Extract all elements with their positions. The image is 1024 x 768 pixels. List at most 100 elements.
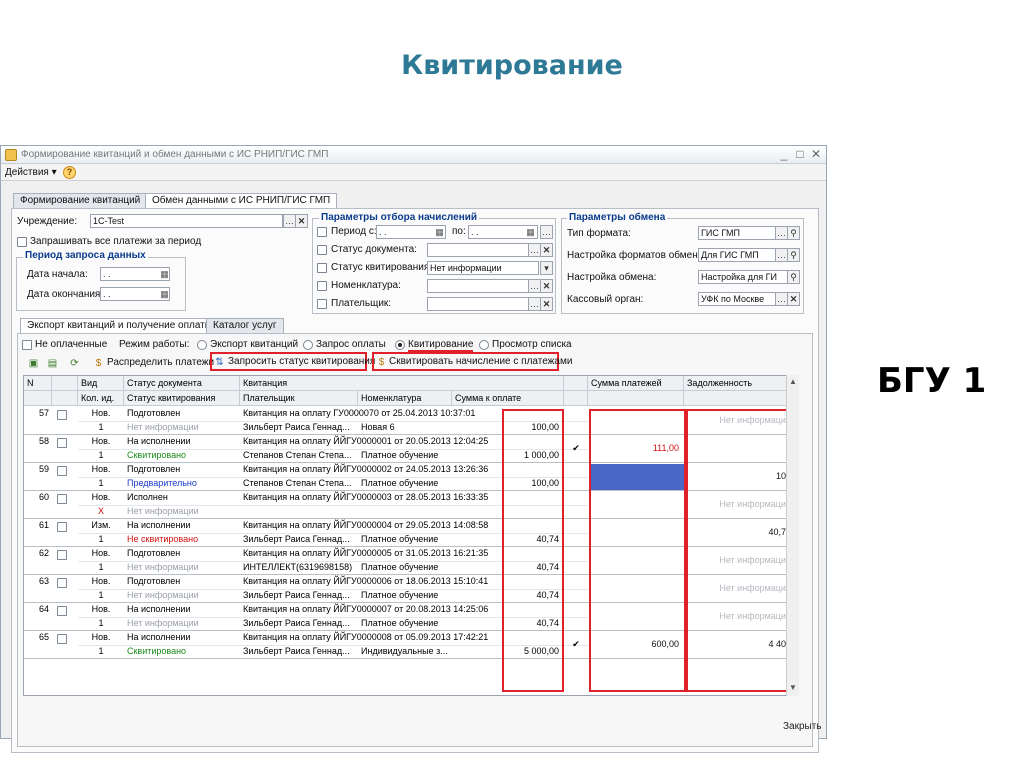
kvit-status: Сквитировано (127, 450, 187, 460)
row-checkbox[interactable] (57, 522, 67, 532)
mode-kvit-label: Квитирование (408, 339, 474, 352)
distribute-button[interactable]: Распределить платежи (105, 356, 216, 371)
doc-status: Подготовлен (127, 548, 181, 558)
row-checkbox[interactable] (57, 466, 67, 476)
tab-receipts[interactable]: Формирование квитанций (13, 193, 148, 208)
grid-header-cell[interactable]: Статус квитирования (124, 391, 240, 406)
period-from-label: Период с: (331, 226, 377, 237)
row-checkbox[interactable] (57, 634, 67, 644)
tab-export[interactable]: Экспорт квитанций и получение оплаты (20, 318, 219, 333)
row-number: 62 (38, 548, 49, 558)
grid-header-cell[interactable] (52, 391, 78, 406)
minimize-button[interactable]: _ (777, 147, 791, 161)
request-status-button[interactable]: Запросить статус квитирования (226, 355, 377, 370)
help-icon[interactable]: ? (63, 166, 76, 179)
grid-header-cell[interactable]: Сумма к оплате (452, 391, 564, 406)
period-to-label: по: (452, 226, 466, 237)
close-window-button[interactable]: ✕ (809, 147, 823, 161)
nomenclature (358, 505, 452, 519)
payer: Степанов Степан Степа... (243, 450, 352, 460)
calendar-icon[interactable]: ▦ (433, 226, 446, 238)
payer-field[interactable] (427, 297, 529, 311)
doc-status-clear-icon[interactable]: ✕ (540, 243, 553, 257)
scroll-down-icon[interactable]: ▼ (789, 683, 797, 692)
app-icon (5, 149, 17, 161)
doc-status-checkbox[interactable] (317, 245, 327, 255)
payer-checkbox[interactable] (317, 299, 327, 309)
copy-icon[interactable]: ▣ (27, 357, 40, 370)
kvit-status: Нет информации (127, 422, 199, 432)
search-icon[interactable]: ⚲ (787, 248, 800, 262)
cash-clear-icon[interactable]: ✕ (787, 292, 800, 306)
close-button[interactable]: Закрыть (783, 721, 822, 732)
mode-export-radio[interactable] (197, 340, 207, 350)
format-field[interactable]: ГИС ГМП (698, 226, 776, 240)
payer-clear-icon[interactable]: ✕ (540, 297, 553, 311)
nomen-field[interactable] (427, 279, 529, 293)
doc-status: Подготовлен (127, 408, 181, 418)
calendar-icon[interactable]: ▦ (158, 288, 171, 300)
grid-header-cell[interactable]: Сумма платежей (588, 376, 684, 391)
tab-catalog[interactable]: Каталог услуг (206, 318, 284, 333)
unpaid-checkbox[interactable] (22, 340, 32, 350)
grid-header-cell[interactable]: Статус документа (124, 376, 240, 391)
actions-menu[interactable]: Действия ▾ (5, 167, 57, 178)
calendar-icon[interactable]: ▦ (524, 226, 537, 238)
row-checkbox[interactable] (57, 606, 67, 616)
mode-request-radio[interactable] (303, 340, 313, 350)
grid-header-cell[interactable]: Задолженность (684, 376, 796, 391)
fmt-settings-field[interactable]: Для ГИС ГМП (698, 248, 776, 262)
grid-header-cell[interactable]: Номенклатура (358, 391, 452, 406)
grid-header-cell[interactable]: N (24, 376, 52, 391)
scroll-up-icon[interactable]: ▲ (789, 377, 797, 386)
doc-status-label: Статус документа: (331, 244, 417, 255)
cash-field[interactable]: УФК по Москве (698, 292, 776, 306)
grid-header-cell[interactable] (52, 376, 78, 391)
nomen-checkbox[interactable] (317, 281, 327, 291)
search-icon[interactable]: ⚲ (787, 226, 800, 240)
row-checkbox[interactable] (57, 494, 67, 504)
kvit-status-checkbox[interactable] (317, 263, 327, 273)
exchange-group-title: Параметры обмена (567, 212, 668, 223)
payer: Зильберт Раиса Геннад... (243, 590, 350, 600)
grid-header-cell[interactable] (588, 391, 684, 406)
row-number: 64 (38, 604, 49, 614)
request-all-checkbox[interactable] (17, 237, 27, 247)
nomen-clear-icon[interactable]: ✕ (540, 279, 553, 293)
format-label: Тип формата: (567, 228, 631, 239)
grid-header-cell[interactable] (24, 391, 52, 406)
chevron-down-icon[interactable]: ▾ (540, 261, 553, 275)
grid-header-cell[interactable] (684, 391, 796, 406)
edit-icon[interactable]: ▤ (46, 357, 59, 370)
period-checkbox[interactable] (317, 227, 327, 237)
calendar-icon[interactable]: ▦ (158, 268, 171, 280)
payments-grid[interactable]: N Вид Статус документа Квитанция Сумма плате… (23, 375, 799, 696)
mode-kvit-radio[interactable] (395, 340, 405, 350)
institution-field[interactable]: 1С-Test (90, 214, 283, 228)
nomenclature: Новая 6 (361, 422, 395, 432)
grid-header-cell[interactable]: Вид (78, 376, 124, 391)
grid-header-cell[interactable] (564, 376, 588, 391)
row-checkbox[interactable] (57, 578, 67, 588)
period-select-button[interactable]: … (540, 225, 553, 239)
grid-header-cell[interactable]: Квитанция (240, 376, 564, 391)
grid-header-cell[interactable] (564, 391, 588, 406)
vertical-scrollbar[interactable]: ▲ ▼ (786, 375, 799, 696)
maximize-button[interactable]: □ (793, 147, 807, 161)
search-icon[interactable]: ⚲ (787, 270, 800, 284)
row-checkbox[interactable] (57, 410, 67, 420)
refresh-icon[interactable]: ⟳ (68, 357, 81, 370)
grid-header-cell[interactable]: Кол. ид. (78, 391, 124, 406)
grid-header-cell[interactable]: Плательщик (240, 391, 358, 406)
exch-settings-field[interactable]: Настройка для ГИ (698, 270, 788, 284)
mode-list-radio[interactable] (479, 340, 489, 350)
institution-clear-icon[interactable]: ✕ (295, 214, 308, 228)
payer: Зильберт Раиса Геннад... (243, 534, 350, 544)
tab-exchange[interactable]: Обмен данными с ИС РНИП/ГИС ГМП (145, 193, 338, 208)
row-checkbox[interactable] (57, 438, 67, 448)
doc-status-field[interactable] (427, 243, 529, 257)
kvit-accrual-button[interactable]: Сквитировать начисление с платежами (387, 355, 574, 370)
quantity: 1 (98, 562, 104, 572)
row-checkbox[interactable] (57, 550, 67, 560)
kvit-status-field[interactable]: Нет информации (427, 261, 539, 275)
